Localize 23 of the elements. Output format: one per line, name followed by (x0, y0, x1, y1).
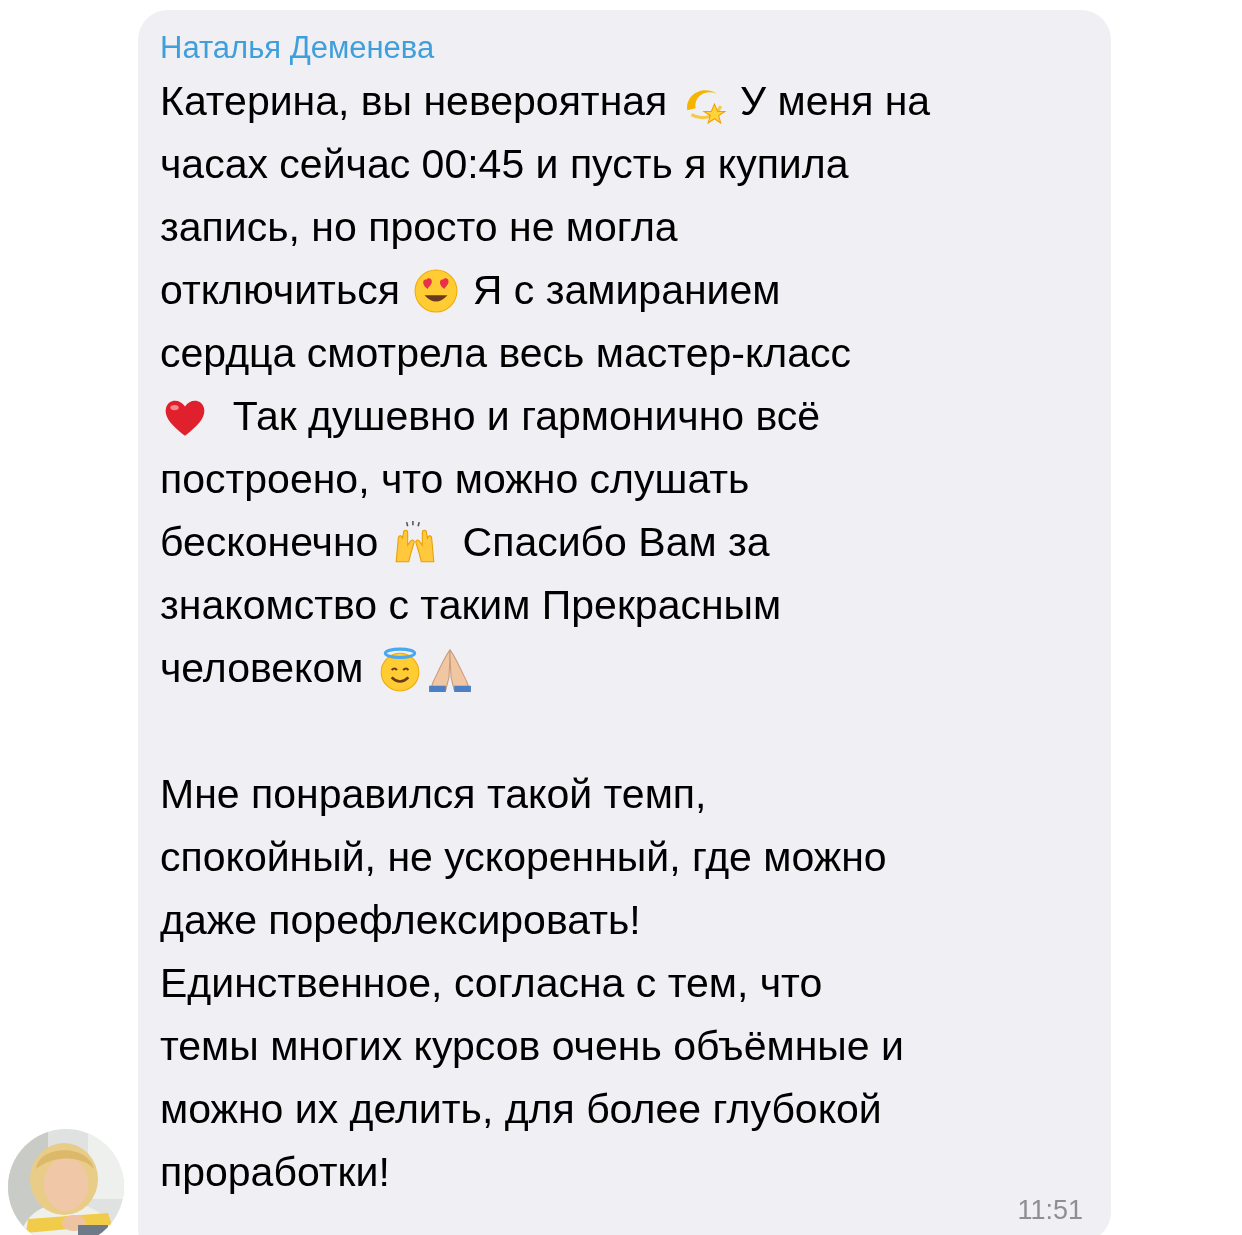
message-text: проработки! (160, 1149, 390, 1196)
message-text: часах сейчас 00:45 и пусть я купила (160, 141, 849, 188)
message-text: запись, но просто не могла (160, 204, 678, 251)
message-text: спокойный, не ускоренный, где можно (160, 834, 887, 881)
message-text: человеком (160, 645, 365, 692)
message-text: У меня на (739, 78, 931, 125)
message-text: Единственное, согласна с тем, что (160, 960, 823, 1007)
sender-name[interactable]: Наталья Деменева (160, 30, 435, 66)
message-text: построено, что можно слушать (160, 456, 750, 503)
message-time: 11:51 (1017, 1195, 1083, 1226)
message-text: можно их делить, для более глубокой (160, 1086, 882, 1133)
message-text: Я с замиранием (471, 267, 781, 314)
message-text: Спасибо Вам за (461, 519, 770, 566)
message-text: бесконечно (160, 519, 380, 566)
message-text: Так душевно и гармонично всё (231, 393, 821, 440)
heart-eyes-smiley-icon (413, 267, 460, 314)
message-text: отключиться (160, 267, 401, 314)
message-text: знакомство с таким Прекрасным (160, 582, 782, 629)
message-text: Мне понравился такой темп, (160, 771, 707, 818)
message-text: сердца смотрела весь мастер-класс (160, 330, 852, 377)
message-text: даже порефлексировать! (160, 897, 641, 944)
message-text: темы многих курсов очень объёмные и (160, 1023, 904, 1070)
message-text: Катерина, вы невероятная (160, 78, 669, 125)
